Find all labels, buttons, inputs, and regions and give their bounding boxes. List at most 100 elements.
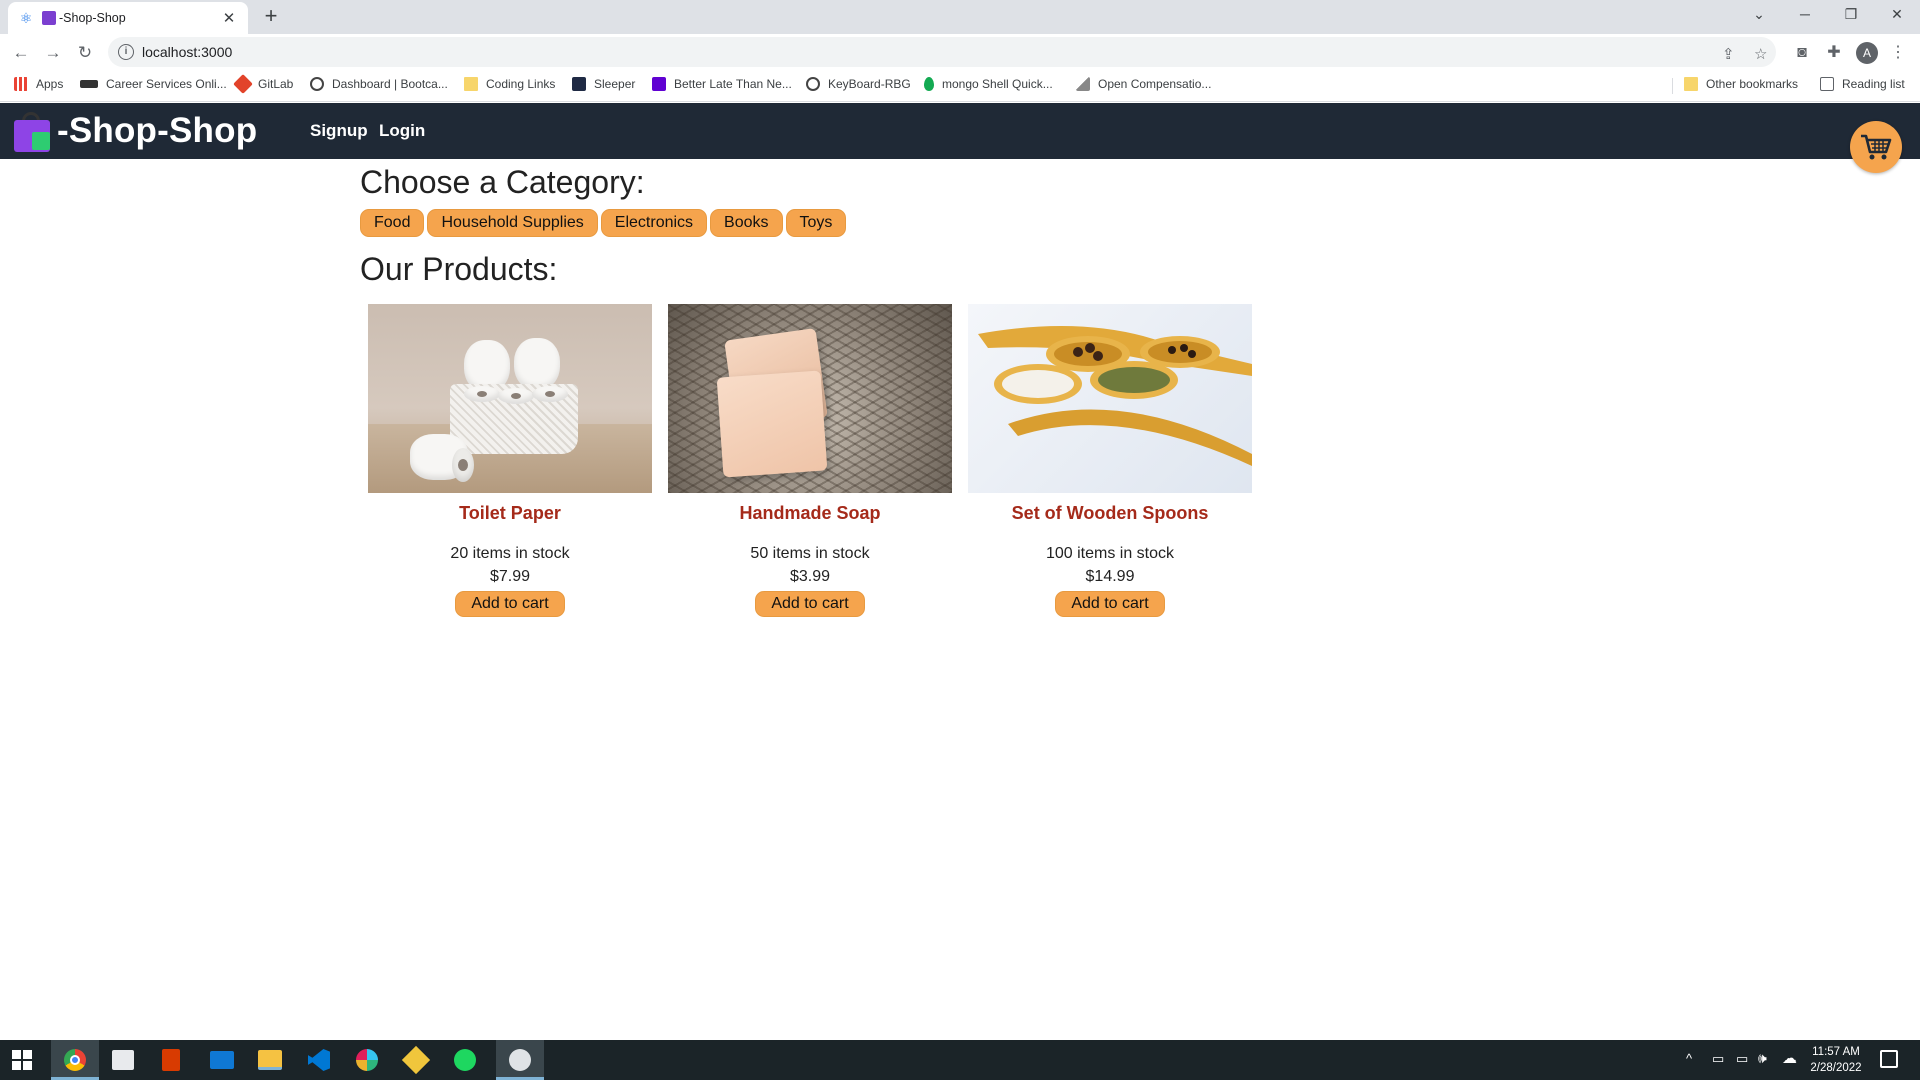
cart-button[interactable]: [1850, 121, 1902, 173]
product-stock: 50 items in stock: [750, 545, 870, 562]
product-card: Handmade Soap 50 items in stock $3.99 Ad…: [668, 304, 952, 617]
add-to-cart-button[interactable]: Add to cart: [755, 591, 865, 617]
yahoo-icon: [652, 77, 666, 91]
address-bar[interactable]: i localhost:3000 ⇪ ☆: [108, 37, 1776, 67]
office-taskbar-icon[interactable]: [162, 1049, 180, 1071]
extensions-puzzle-icon[interactable]: ✚: [1822, 41, 1846, 65]
signup-link[interactable]: Signup: [310, 121, 368, 141]
chrome-taskbar-icon[interactable]: [51, 1040, 99, 1080]
category-electronics-button[interactable]: Electronics: [600, 209, 708, 237]
taskbar: ^ ▭ ▭ 🕪 ☁ 11:57 AM 2/28/2022: [0, 1040, 1920, 1080]
bookmark-other[interactable]: Other bookmarks: [1684, 77, 1798, 91]
bookmark-dashboard[interactable]: Dashboard | Bootca...: [310, 77, 448, 91]
bookmarks-bar: Apps Career Services Onli... GitLab Dash…: [0, 70, 1920, 102]
product-stock: 100 items in stock: [1045, 545, 1175, 562]
category-books-button[interactable]: Books: [710, 209, 783, 237]
product-list: Toilet Paper 20 items in stock $7.99 Add…: [368, 304, 1252, 617]
product-name[interactable]: Set of Wooden Spoons: [968, 503, 1252, 525]
toilet-paper-image[interactable]: [368, 304, 652, 493]
category-heading: Choose a Category:: [360, 164, 645, 200]
product-card: Set of Wooden Spoons 100 items in stock …: [968, 304, 1252, 617]
store-taskbar-icon[interactable]: [112, 1050, 134, 1070]
bookmark-gitlab[interactable]: GitLab: [233, 74, 293, 94]
cen-icon: [80, 80, 98, 88]
notifications-icon[interactable]: [1880, 1050, 1898, 1068]
product-stock: 20 items in stock: [450, 545, 570, 562]
product-card: Toilet Paper 20 items in stock $7.99 Add…: [368, 304, 652, 617]
vscode-taskbar-icon[interactable]: [308, 1049, 330, 1071]
bookmark-sleeper[interactable]: Sleeper: [572, 77, 635, 91]
bookmark-career-services[interactable]: Career Services Onli...: [80, 77, 227, 91]
clock-time: 11:57 AM: [1812, 1046, 1860, 1058]
site-favicon-icon: [42, 11, 56, 25]
bookmark-apps[interactable]: Apps: [14, 77, 63, 91]
spotify-taskbar-icon[interactable]: [454, 1049, 476, 1071]
volume-icon[interactable]: 🕪: [1758, 1050, 1767, 1067]
new-tab-button[interactable]: +: [258, 4, 284, 30]
folder-icon: [464, 77, 478, 91]
login-link[interactable]: Login: [379, 121, 425, 141]
forward-arrow-icon[interactable]: →: [40, 40, 66, 66]
sleeper-icon: [572, 77, 586, 91]
reload-icon[interactable]: ↻: [72, 40, 98, 66]
slack-taskbar-icon[interactable]: [356, 1049, 378, 1071]
react-icon: ⚛: [19, 9, 33, 26]
browser-tab[interactable]: ⚛ -Shop-Shop ✕: [8, 2, 248, 34]
clock-date: 2/28/2022: [1810, 1062, 1862, 1074]
clock[interactable]: 11:57 AM 2/28/2022: [1800, 1044, 1872, 1076]
close-tab-icon[interactable]: ✕: [220, 9, 238, 27]
show-hidden-icons-chevron-icon[interactable]: ^: [1686, 1051, 1692, 1066]
products-heading: Our Products:: [360, 251, 558, 287]
reading-list-button[interactable]: Reading list: [1820, 77, 1905, 91]
product-name[interactable]: Toilet Paper: [368, 503, 652, 525]
bookmark-mongo-shell[interactable]: mongo Shell Quick...: [924, 77, 1053, 91]
product-price: $14.99: [1085, 568, 1135, 585]
bookmark-star-icon[interactable]: ☆: [1754, 45, 1767, 63]
add-to-cart-button[interactable]: Add to cart: [1055, 591, 1165, 617]
category-household-supplies-button[interactable]: Household Supplies: [427, 209, 598, 237]
chart-icon: [1076, 77, 1090, 91]
browser-toolbar: ← → ↻ i localhost:3000 ⇪ ☆ ◙ ✚ ⋮: [0, 34, 1920, 70]
onedrive-cloud-icon[interactable]: ☁: [1782, 1049, 1797, 1067]
minimize-button[interactable]: ─: [1782, 0, 1828, 30]
browser-tabstrip: ⚛ -Shop-Shop ✕ + ⌄ ─ ❐ ✕: [0, 0, 1920, 34]
folder-icon: [1684, 77, 1698, 91]
product-name[interactable]: Handmade Soap: [668, 503, 952, 525]
bookmark-coding-links[interactable]: Coding Links: [464, 77, 555, 91]
steam-taskbar-icon[interactable]: [496, 1040, 544, 1080]
globe-icon: [310, 77, 324, 91]
profile-avatar[interactable]: A: [1856, 42, 1878, 64]
gitkraken-taskbar-icon[interactable]: [401, 1045, 431, 1075]
start-windows-icon[interactable]: [12, 1050, 32, 1070]
category-toys-button[interactable]: Toys: [785, 209, 847, 237]
mail-taskbar-icon[interactable]: [210, 1051, 234, 1069]
shopping-bag-icon: [12, 110, 54, 152]
share-icon[interactable]: ⇪: [1722, 45, 1735, 63]
site-info-icon[interactable]: i: [118, 44, 134, 60]
network-icon[interactable]: ▭: [1712, 1051, 1724, 1067]
logo-text: -Shop-Shop: [57, 111, 258, 150]
apps-grid-icon: [14, 77, 28, 91]
handmade-soap-image[interactable]: [668, 304, 952, 493]
screenshot-camera-icon[interactable]: ◙: [1790, 41, 1814, 65]
display-icon[interactable]: ▭: [1736, 1051, 1748, 1067]
close-window-button[interactable]: ✕: [1874, 0, 1920, 30]
back-arrow-icon[interactable]: ←: [8, 40, 34, 66]
bookmark-open-compensation[interactable]: Open Compensatio...: [1076, 77, 1211, 91]
product-price: $3.99: [789, 568, 831, 585]
wooden-spoons-image[interactable]: [968, 304, 1252, 493]
bookmark-better-late[interactable]: Better Late Than Ne...: [652, 77, 792, 91]
add-to-cart-button[interactable]: Add to cart: [455, 591, 565, 617]
mongodb-leaf-icon: [924, 77, 934, 91]
file-explorer-taskbar-icon[interactable]: [258, 1050, 282, 1070]
chrome-menu-icon[interactable]: ⋮: [1886, 41, 1910, 65]
shopping-cart-icon: [1861, 134, 1892, 160]
category-food-button[interactable]: Food: [360, 209, 425, 237]
tab-search-icon[interactable]: ⌄: [1736, 0, 1782, 30]
restore-button[interactable]: ❐: [1828, 0, 1874, 30]
site-logo[interactable]: -Shop-Shop: [12, 110, 257, 152]
bookmark-keyboard-rbg[interactable]: KeyBoard-RBG: [806, 77, 911, 91]
gitlab-icon: [233, 74, 253, 94]
category-list: Food Household Supplies Electronics Book…: [360, 209, 847, 237]
bookmarks-separator: [1672, 78, 1673, 94]
